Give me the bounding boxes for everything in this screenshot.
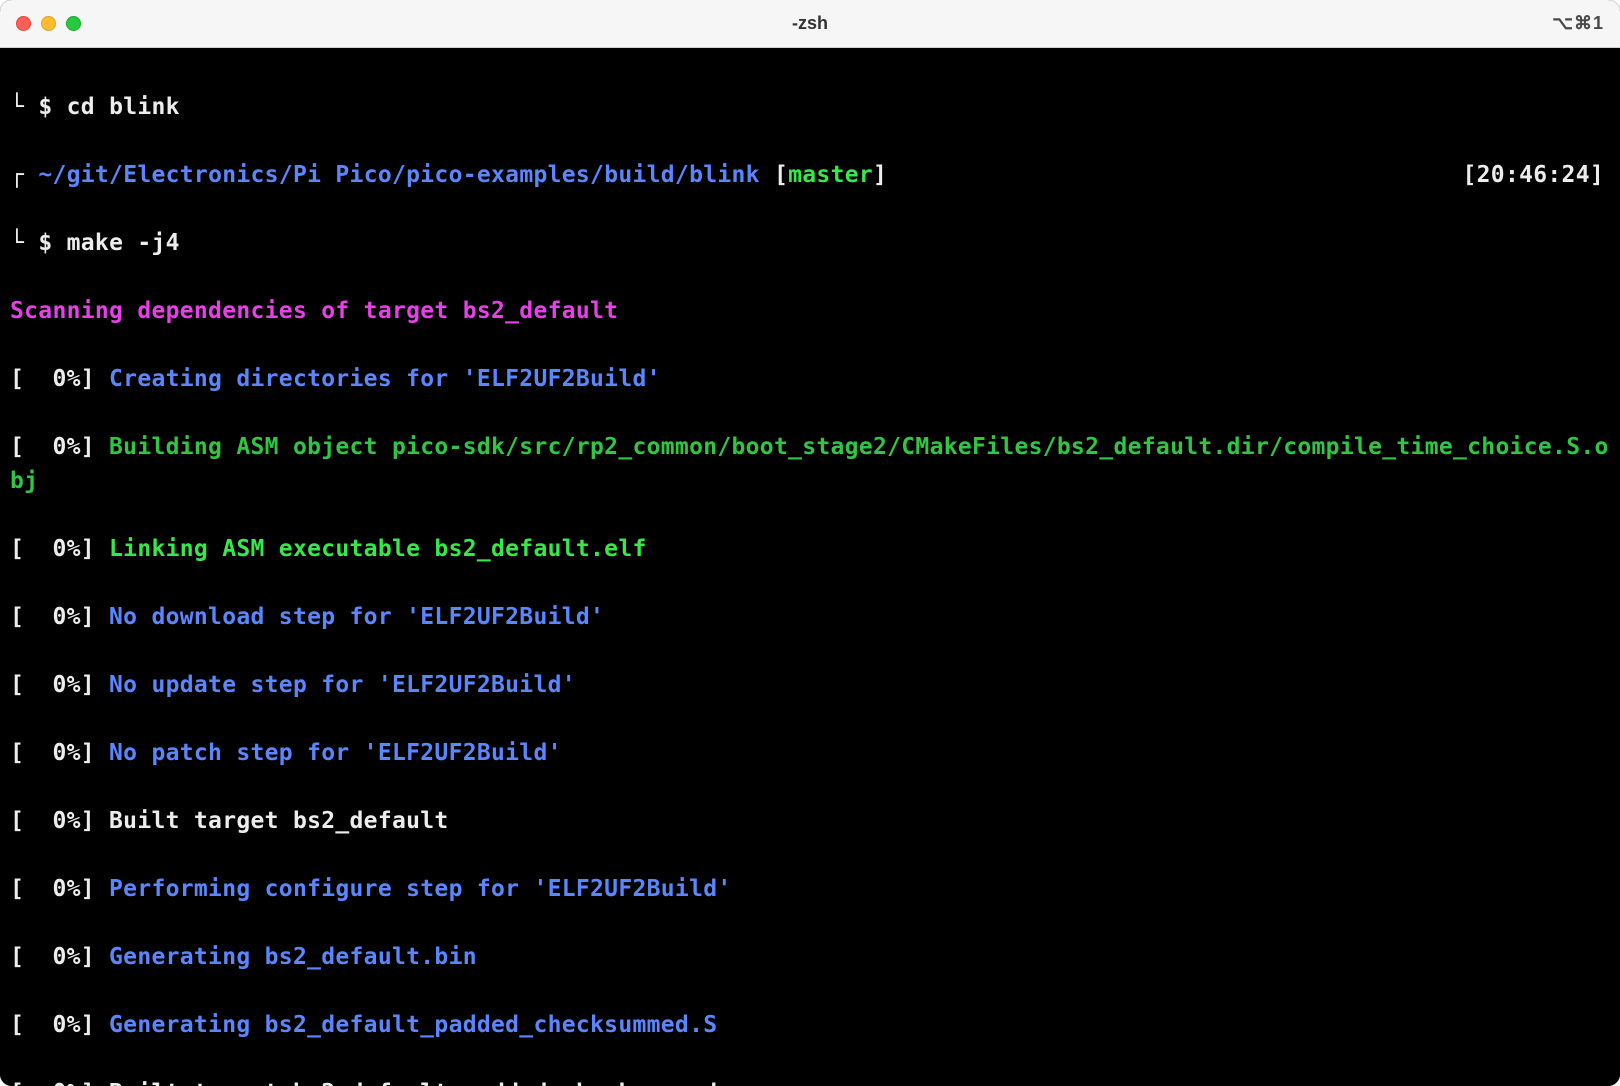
output-line: [ 0%] Linking ASM executable bs2_default…: [10, 532, 1610, 566]
output-line: [ 0%] No patch step for 'ELF2UF2Build': [10, 736, 1610, 770]
progress-prefix: [ 0%]: [10, 604, 109, 630]
progress-prefix: [ 0%]: [10, 366, 109, 392]
cmake-step: No download step for 'ELF2UF2Build': [109, 604, 604, 630]
prompt-dollar: $: [38, 94, 52, 120]
output-line: [ 0%] Generating bs2_default_padded_chec…: [10, 1008, 1610, 1042]
cmake-step: Generating bs2_default.bin: [109, 944, 477, 970]
command-text: make -j4: [67, 230, 180, 256]
scan-deps-line: Scanning dependencies of target bs2_defa…: [10, 298, 618, 324]
cmake-step: No update step for 'ELF2UF2Build': [109, 672, 576, 698]
output-line: [ 0%] No update step for 'ELF2UF2Build': [10, 668, 1610, 702]
prompt-line-3: └ $ make -j4: [10, 226, 1610, 260]
cmake-step: No patch step for 'ELF2UF2Build': [109, 740, 562, 766]
output-line: [ 0%] Creating directories for 'ELF2UF2B…: [10, 362, 1610, 396]
cmake-step: Creating directories for 'ELF2UF2Build': [109, 366, 661, 392]
window-shortcut-label: ⌥⌘1: [1552, 13, 1604, 34]
maximize-icon[interactable]: [66, 16, 81, 31]
branch-bracket-close: ]: [873, 162, 887, 188]
git-branch: master: [788, 162, 873, 188]
titlebar: -zsh ⌥⌘1: [0, 0, 1620, 48]
prompt-line-1: └ $ cd blink: [10, 90, 1610, 124]
branch-bracket-open: [: [760, 162, 788, 188]
output-line: [ 0%] Built target bs2_default_padded_ch…: [10, 1076, 1610, 1086]
output-line: [ 0%] Building ASM object pico-sdk/src/r…: [10, 430, 1610, 498]
close-icon[interactable]: [16, 16, 31, 31]
progress-prefix: [ 0%]: [10, 740, 109, 766]
progress-prefix: [ 0%]: [10, 672, 109, 698]
prompt-corner-glyph: └: [10, 94, 24, 120]
terminal-output[interactable]: └ $ cd blink ┌ ~/git/Electronics/Pi Pico…: [0, 48, 1620, 1086]
link-line: Linking ASM executable bs2_default.elf: [109, 536, 647, 562]
prompt-top-glyph: ┌: [10, 162, 24, 188]
prompt-dollar: $: [38, 230, 52, 256]
progress-prefix: [ 0%]: [10, 944, 109, 970]
prompt-line-2: ┌ ~/git/Electronics/Pi Pico/pico-example…: [10, 158, 1610, 192]
progress-prefix: [ 0%]: [10, 536, 109, 562]
output-line: [ 0%] Generating bs2_default.bin: [10, 940, 1610, 974]
progress-prefix: [ 0%]: [10, 434, 109, 460]
prompt-time: [20:46:24]: [1463, 158, 1610, 192]
traffic-lights: [16, 16, 81, 31]
cmake-step: Performing configure step for 'ELF2UF2Bu…: [109, 876, 731, 902]
cmake-step: Generating bs2_default_padded_checksumme…: [109, 1012, 717, 1038]
output-line: Scanning dependencies of target bs2_defa…: [10, 294, 1610, 328]
output-line: [ 0%] No download step for 'ELF2UF2Build…: [10, 600, 1610, 634]
build-asm-line: Building ASM object pico-sdk/src/rp2_com…: [10, 434, 1609, 494]
terminal-window: -zsh ⌥⌘1 └ $ cd blink ┌ ~/git/Electronic…: [0, 0, 1620, 1086]
output-line: [ 0%] Built target bs2_default: [10, 804, 1610, 838]
minimize-icon[interactable]: [41, 16, 56, 31]
command-text: cd blink: [67, 94, 180, 120]
output-line: [ 0%] Performing configure step for 'ELF…: [10, 872, 1610, 906]
progress-prefix: [ 0%]: [10, 876, 109, 902]
window-title: -zsh: [0, 13, 1620, 34]
prompt-corner-glyph: └: [10, 230, 24, 256]
cwd-path: ~/git/Electronics/Pi Pico/pico-examples/…: [38, 162, 760, 188]
progress-prefix: [ 0%]: [10, 1012, 109, 1038]
